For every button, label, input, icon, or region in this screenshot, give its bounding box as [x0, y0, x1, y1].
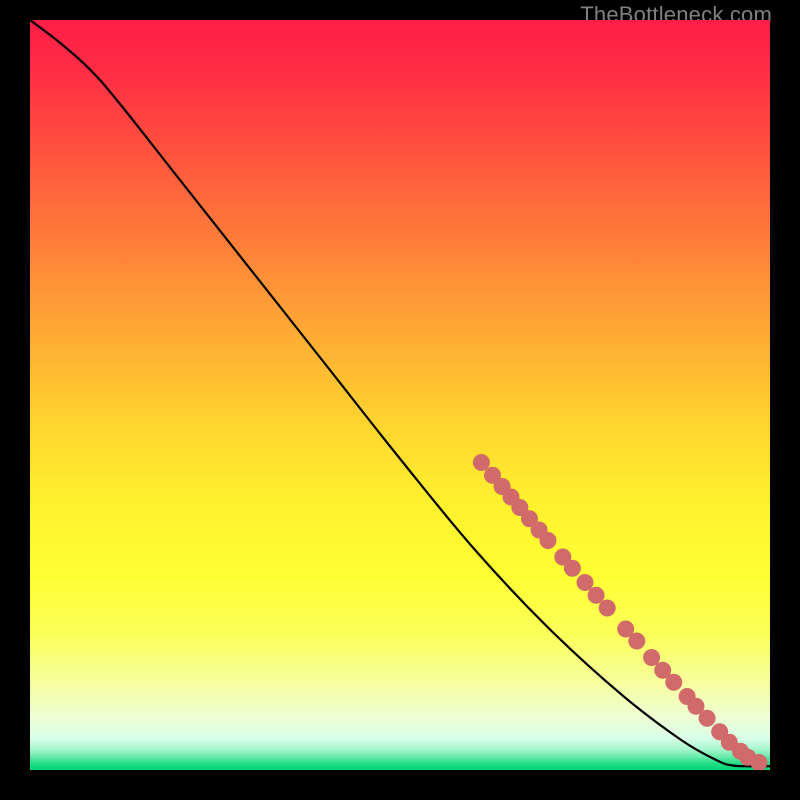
data-point	[665, 674, 682, 691]
plot-area	[30, 20, 770, 770]
data-point	[699, 710, 716, 727]
data-point	[628, 633, 645, 650]
data-point	[540, 532, 557, 549]
data-point	[643, 649, 660, 666]
chart-svg	[30, 20, 770, 770]
data-point	[564, 560, 581, 577]
chart-frame: TheBottleneck.com	[0, 0, 800, 800]
data-point	[473, 454, 490, 471]
data-point	[599, 600, 616, 617]
data-point	[577, 574, 594, 591]
data-point	[588, 587, 605, 604]
